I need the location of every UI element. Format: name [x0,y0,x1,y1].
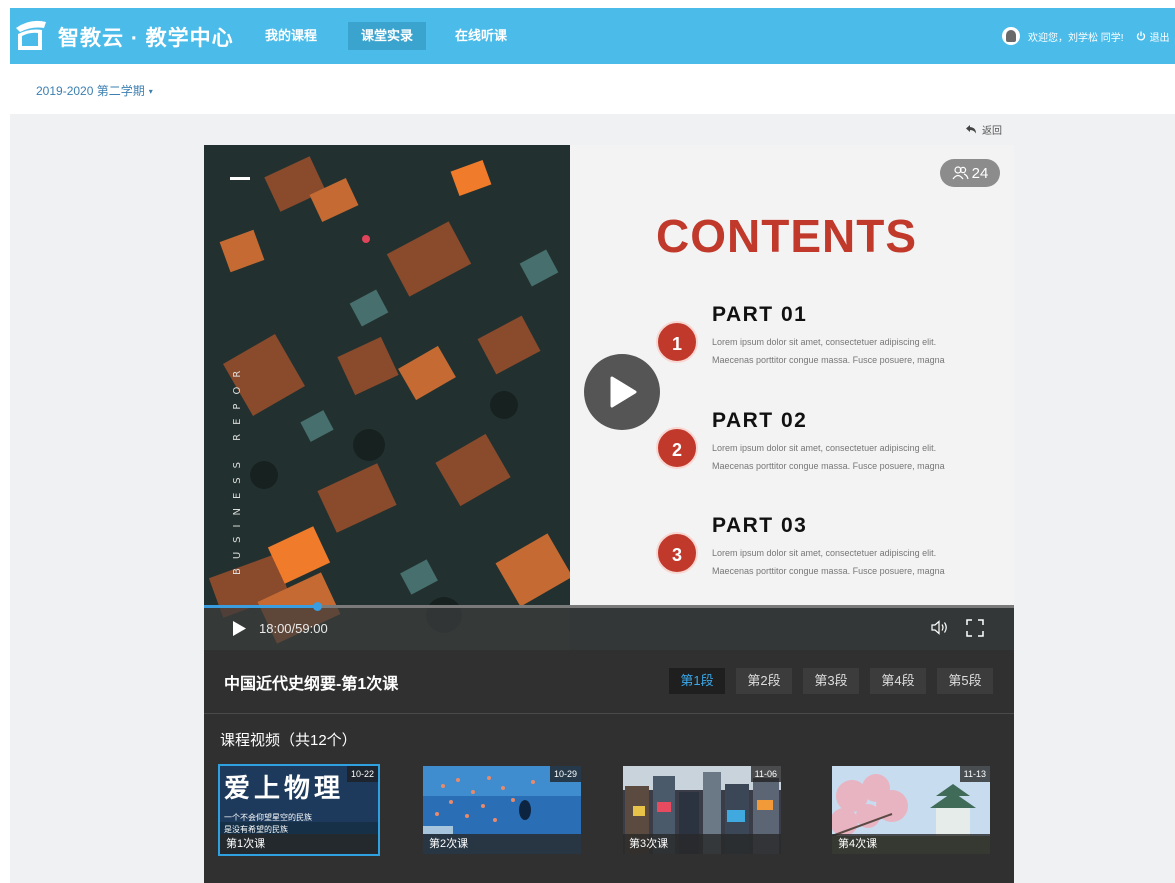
part-number-badge: 1 [656,321,698,363]
avatar[interactable] [1002,27,1020,45]
top-header: 智教云 · 教学中心 我的课程 课堂实录 在线听课 欢迎您，刘学松 同学! 退出 [10,8,1175,64]
segment-tab-2[interactable]: 第2段 [736,668,792,694]
video-label: 第3次课 [623,834,781,854]
video-date: 10-29 [549,766,581,782]
nav-online-lectures[interactable]: 在线听课 [446,22,516,50]
part-title: PART 02 [712,409,808,432]
semester-label: 2019-2020 第二学期 [36,84,145,98]
top-strip [0,0,1175,8]
thumbnail-subtitle: 一个不会仰望星空的民族 是没有希望的民族 [224,813,312,834]
big-play-button[interactable] [584,354,660,430]
course-title: 中国近代史纲要-第1次课 [224,676,399,693]
app-title: 智教云 · 教学中心 [58,27,234,50]
aerial-city-image: BUSINESS REPOR [204,145,570,650]
viewer-count-badge: 24 [940,159,1000,187]
segment-tab-1[interactable]: 第1段 [669,668,725,694]
viewer-count: 24 [971,164,989,182]
nav-my-courses[interactable]: 我的课程 [256,22,326,50]
progress-handle[interactable] [313,602,323,611]
users-icon [952,166,969,180]
videos-heading: 课程视频（共12个） [220,732,357,749]
video-thumbnail-2[interactable]: 10-29 第2次课 [423,766,581,854]
part-title: PART 03 [712,514,808,537]
part-description: Lorem ipsum dolor sit amet, consectetuer… [712,443,945,471]
back-link[interactable]: 返回 [966,122,1002,137]
progress-fill [204,605,318,608]
part-description: Lorem ipsum dolor sit amet, consectetuer… [712,337,945,365]
nav-class-recordings[interactable]: 课堂实录 [348,22,426,50]
video-thumbnail-1[interactable]: 爱上物理 一个不会仰望星空的民族 是没有希望的民族 10-22 第1次课 [218,764,380,856]
part-number-badge: 2 [656,427,698,469]
thumbnail-title-text: 爱上物理 [224,774,345,804]
video-label: 第2次课 [423,834,581,854]
reply-arrow-icon [966,125,976,134]
video-thumbnail-4[interactable]: 11-13 第4次课 [832,766,990,854]
caret-down-icon: ▾ [148,87,153,97]
segment-tab-3[interactable]: 第3段 [803,668,859,694]
left-strip [0,0,10,883]
volume-icon[interactable] [931,620,949,635]
fullscreen-icon[interactable] [966,619,984,637]
vertical-report-text: BUSINESS REPOR [232,362,243,575]
power-icon[interactable] [1136,31,1146,41]
semester-dropdown[interactable]: 2019-2020 第二学期 ▾ [36,82,153,99]
play-icon [610,376,637,408]
part-number-badge: 3 [656,532,698,574]
time-display: 18:00/59:00 [259,621,328,636]
progress-bar[interactable] [204,602,1014,611]
back-label: 返回 [982,126,1002,137]
video-label: 第4次课 [832,834,990,854]
logout-link[interactable]: 退出 [1150,29,1170,44]
video-date: 11-06 [750,766,781,782]
course-info-panel: 中国近代史纲要-第1次课 第1段 第2段 第3段 第4段 第5段 课程视频（共1… [204,650,1014,883]
video-label: 第1次课 [220,834,378,854]
part-description: Lorem ipsum dolor sit amet, consectetuer… [712,548,945,576]
user-area: 欢迎您，刘学松 同学! 退出 [1002,26,1170,46]
play-icon[interactable] [232,621,246,636]
segment-tab-4[interactable]: 第4段 [870,668,926,694]
divider [204,713,1014,714]
video-date: 10-22 [346,766,378,782]
slide-title: CONTENTS [656,210,917,262]
slide-part-2: 2 PART 02 Lorem ipsum dolor sit amet, co… [656,409,996,471]
video-thumbnail-3[interactable]: 11-06 第3次课 [623,766,781,854]
slide-part-3: 3 PART 03 Lorem ipsum dolor sit amet, co… [656,514,996,576]
part-title: PART 01 [712,303,808,326]
video-player[interactable]: BUSINESS REPOR CONTENTS 1 PART 01 Lorem … [204,145,1014,650]
slide-part-1: 1 PART 01 Lorem ipsum dolor sit amet, co… [656,303,996,365]
video-date: 11-13 [959,766,990,782]
player-control-bar: 18:00/59:00 [204,602,1014,650]
user-greeting: 欢迎您，刘学松 同学! [1028,32,1124,44]
book-logo-icon [16,20,46,50]
segment-tab-5[interactable]: 第5段 [937,668,993,694]
semester-bar: 2019-2020 第二学期 ▾ [10,64,1175,114]
